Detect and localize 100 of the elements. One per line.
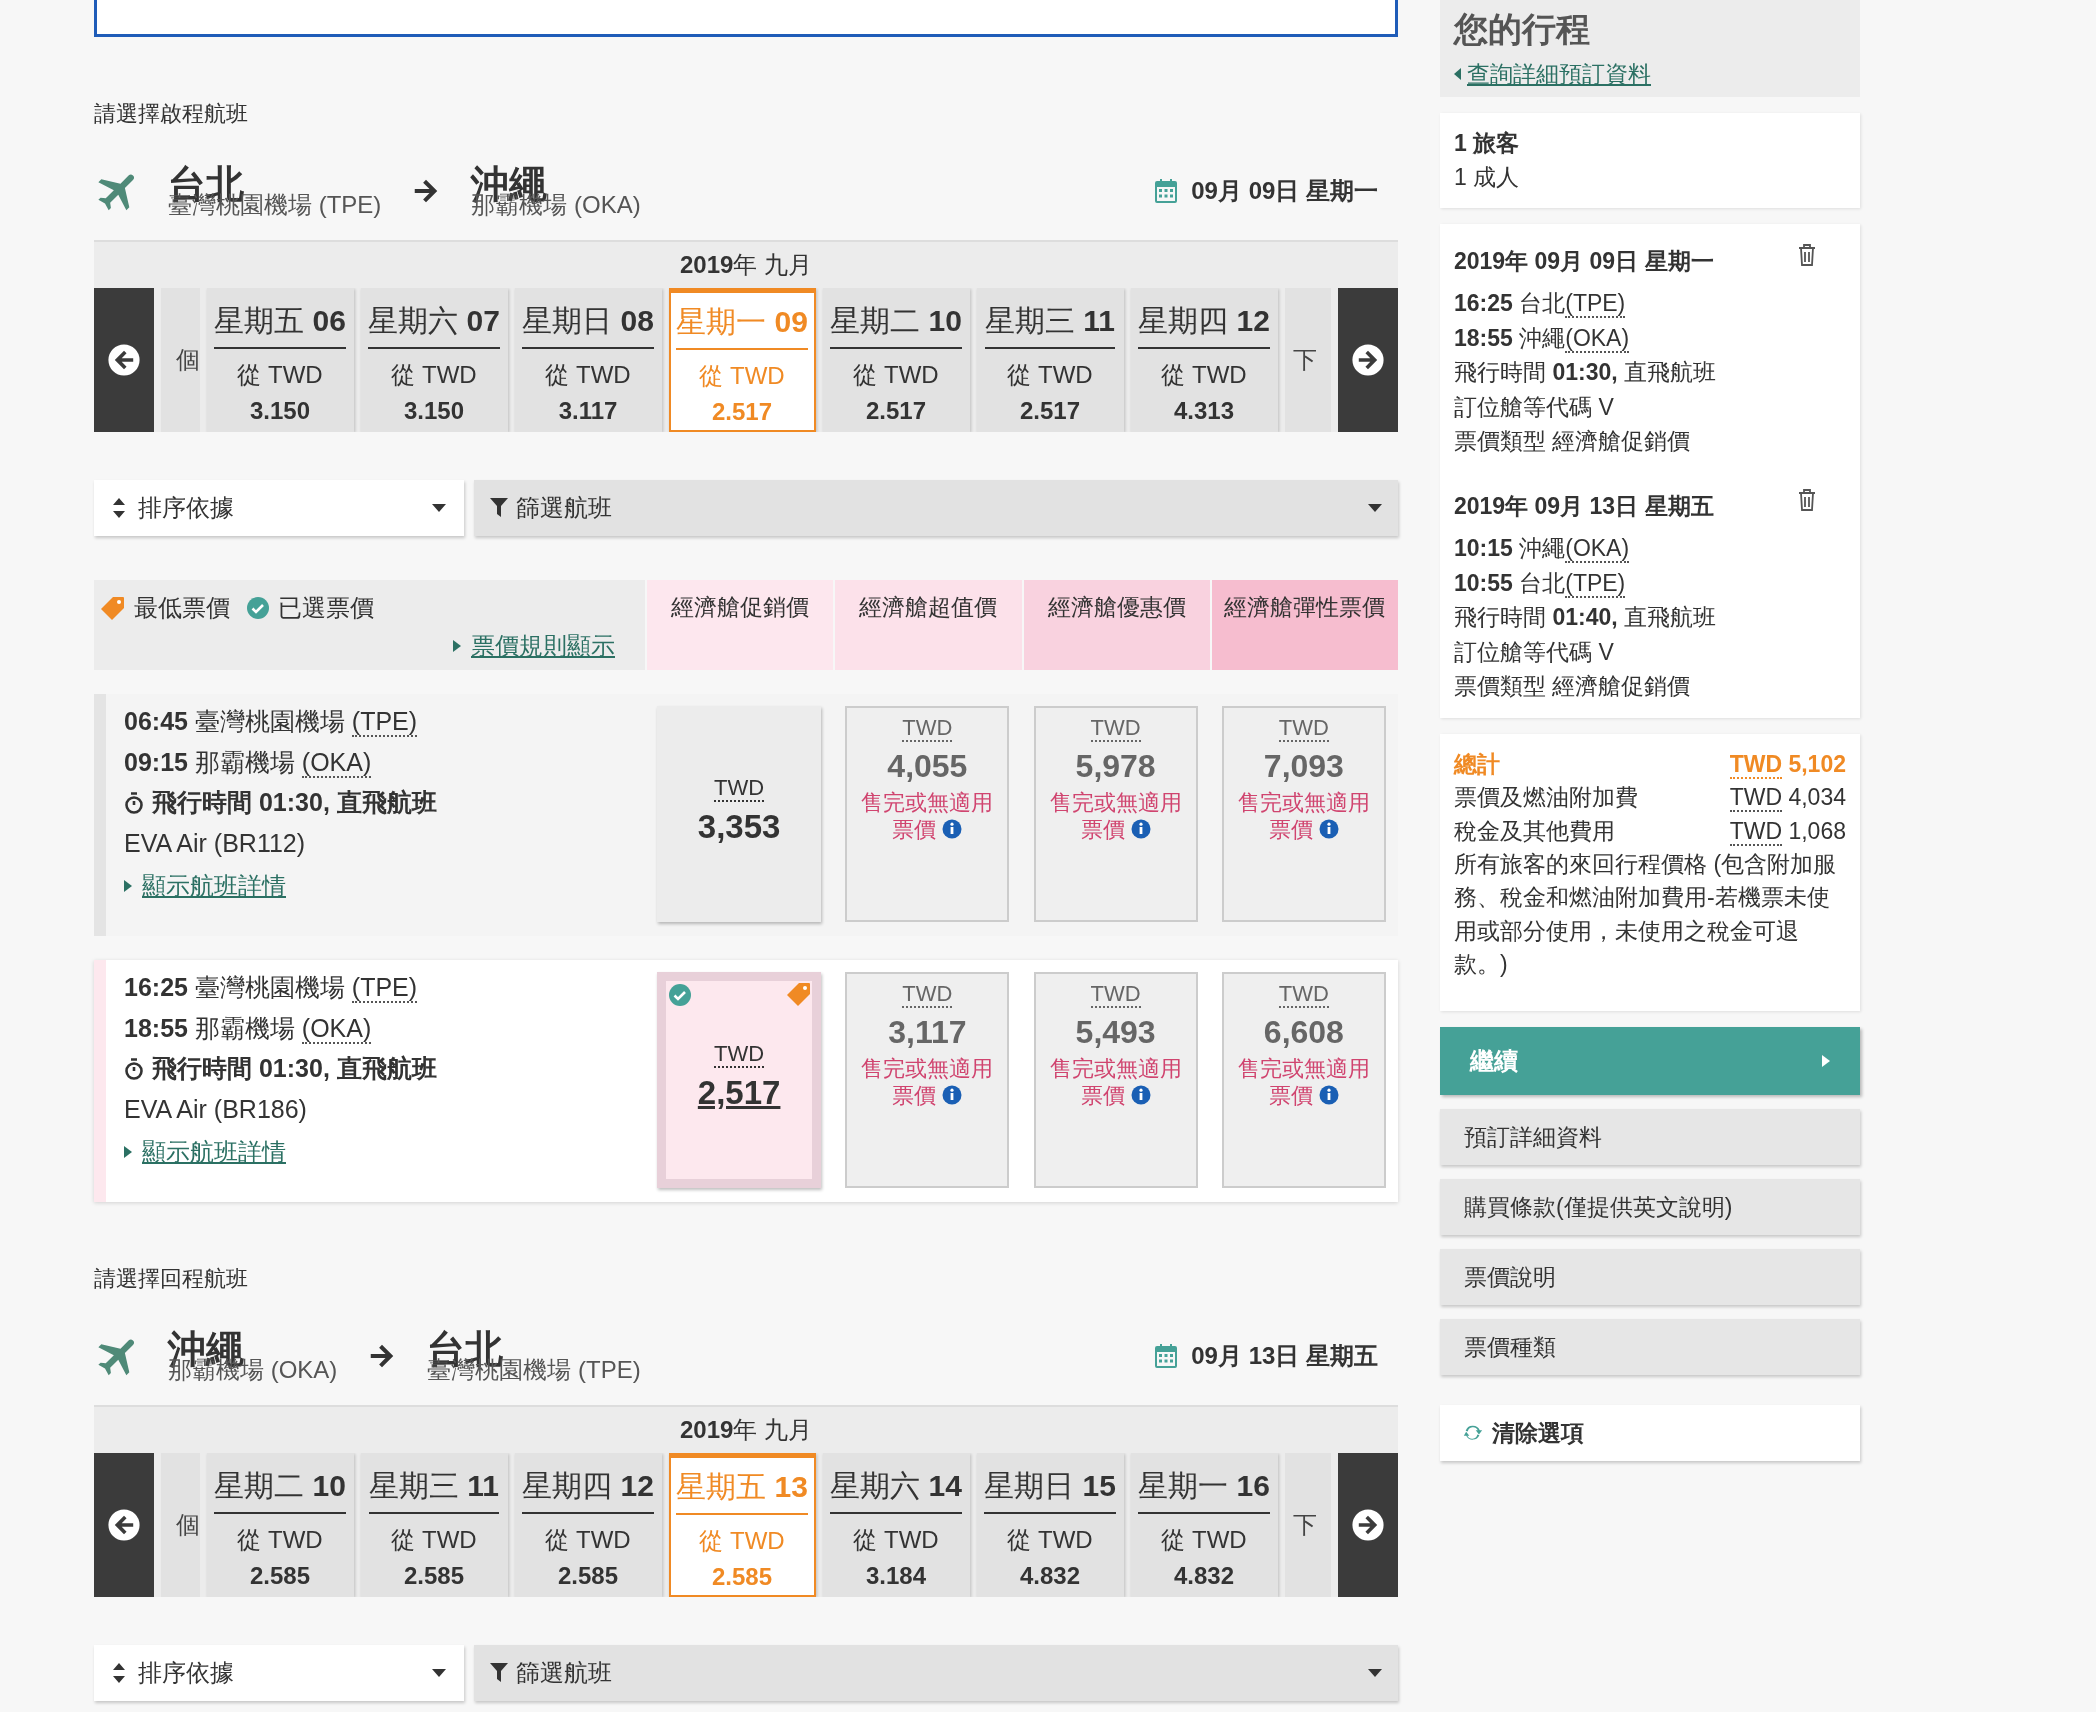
date-fragment: 個 <box>175 1510 200 1540</box>
info-icon <box>942 1084 963 1105</box>
month-label: 2019年 九月 <box>678 1415 814 1445</box>
caret-right-icon <box>124 880 132 892</box>
date-tab[interactable]: 星期四 12 從 TWD 2.585 <box>514 1453 662 1597</box>
next-dates-button[interactable] <box>1338 288 1398 432</box>
flight-details-link[interactable]: 顯示航班詳情 <box>124 872 286 900</box>
segment-endpoint: 10:15 沖繩(OKA) <box>1454 534 1631 566</box>
info-icon <box>1130 818 1151 839</box>
day-label: 星期六 07 <box>368 298 500 349</box>
lowest-price: 2.517 <box>711 397 773 427</box>
from-label: 從 TWD <box>853 360 939 390</box>
date-tab[interactable]: 星期三 11 從 TWD 2.517 <box>976 288 1124 432</box>
lowest-price: 2.517 <box>865 396 927 426</box>
clear-selection-button[interactable]: 清除選項 <box>1440 1405 1860 1462</box>
filter-dropdown[interactable]: 篩選航班 <box>474 1645 1398 1701</box>
arrow-left-icon <box>107 1508 141 1542</box>
date-tab[interactable]: 星期五 06 從 TWD 3.150 <box>206 288 354 432</box>
date-tab[interactable]: 星期日 15 從 TWD 4.832 <box>976 1453 1124 1597</box>
fare-price: 3,117 <box>888 1013 967 1053</box>
lowest-price: 3.150 <box>403 396 465 426</box>
check-circle-icon <box>668 983 693 1007</box>
trash-icon <box>1798 243 1816 266</box>
from-label: 從 TWD <box>699 361 785 391</box>
lowest-price: 2.517 <box>1019 396 1081 426</box>
flight-row[interactable]: 16:25 臺灣桃園機場 (TPE) 18:55 那霸機場 (OKA) 飛行時間 01:30, 直飛航班 EVA Air (BR186) 顯示航班詳情 TWD 2,517 TWD 3,117 售完或無適用票價 TWD 5,493 售完或無適用票價 TWD 6,608 售完或無適用票價 <box>94 960 1398 1202</box>
from-label: 從 TWD <box>391 360 477 390</box>
date-tab[interactable]: 星期六 14 從 TWD 3.184 <box>822 1453 970 1597</box>
sidebar-link-button[interactable]: 購買條款(僅提供英文說明) <box>1440 1179 1860 1236</box>
date-tab[interactable]: 星期二 10 從 TWD 2.585 <box>206 1453 354 1597</box>
availability-note: 售完或無適用票價 <box>860 1056 995 1109</box>
stopwatch-icon <box>124 791 144 814</box>
caret-down-icon <box>432 1668 446 1678</box>
from-label: 從 TWD <box>237 1525 323 1555</box>
previous-dates-button[interactable] <box>94 288 154 432</box>
price-item-label: 稅金及其他費用 <box>1454 816 1615 846</box>
itinerary-title: 您的行程 <box>1454 9 1591 50</box>
from-label: 從 TWD <box>853 1525 939 1555</box>
price-note: 所有旅客的來回行程價格 (包含附加服務、稅金和燃油附加費用-若機票未使用或部分使用，未使用之稅金可退款。) <box>1454 849 1838 979</box>
day-label: 星期一 16 <box>1138 1463 1270 1514</box>
sidebar-link-button[interactable]: 預訂詳細資料 <box>1440 1109 1860 1166</box>
date-tab[interactable]: 星期三 11 從 TWD 2.585 <box>360 1453 508 1597</box>
fare-price: 5,493 <box>1075 1013 1156 1053</box>
lowest-price: 2.585 <box>711 1562 773 1592</box>
sort-icon <box>112 497 126 519</box>
fare-price: 4,055 <box>887 747 968 787</box>
total-label: 總計 <box>1454 749 1500 779</box>
legend-label: 最低票價 <box>134 593 230 623</box>
currency-label: TWD <box>902 716 953 743</box>
fare-column-header: 經濟艙彈性票價 <box>1211 580 1398 670</box>
fare-option[interactable]: TWD 2,517 <box>657 972 822 1188</box>
segment-date: 2019年 09月 13日 星期五 <box>1454 491 1714 521</box>
date-tab[interactable]: 星期日 08 從 TWD 3.117 <box>514 288 662 432</box>
price-item-amount: TWD 4,034 <box>1729 783 1846 815</box>
fare-rules-link[interactable]: 票價規則顯示 <box>453 628 615 664</box>
date-tab[interactable]: 星期四 12 從 TWD 4.313 <box>1130 288 1278 432</box>
next-dates-button[interactable] <box>1338 1453 1398 1597</box>
booking-details-link[interactable]: 查詢詳細預訂資料 <box>1454 56 1651 92</box>
booking-class: 訂位艙等代碼 V <box>1454 392 1615 422</box>
arrow-right-icon <box>1351 1508 1385 1542</box>
date-tab[interactable]: 星期一 16 從 TWD 4.832 <box>1130 1453 1278 1597</box>
currency-label: TWD <box>1090 982 1141 1009</box>
fare-option[interactable]: TWD 3,353 <box>657 706 822 922</box>
date-tab[interactable]: 星期二 10 從 TWD 2.517 <box>822 288 970 432</box>
sidebar-link-button[interactable]: 票價種類 <box>1440 1319 1860 1376</box>
filter-icon <box>490 498 508 518</box>
price-item-amount: TWD 1,068 <box>1729 816 1846 848</box>
day-label: 星期二 10 <box>214 1463 346 1514</box>
date-tab[interactable]: 星期六 07 從 TWD 3.150 <box>360 288 508 432</box>
fare-price: 3,353 <box>697 807 781 848</box>
tag-icon <box>786 981 813 1007</box>
previous-dates-button[interactable] <box>94 1453 154 1597</box>
availability-note: 售完或無適用票價 <box>1236 790 1371 843</box>
from-label: 從 TWD <box>699 1526 785 1556</box>
airline-name: EVA Air (BR186) <box>124 1095 308 1123</box>
filter-dropdown[interactable]: 篩選航班 <box>474 480 1398 536</box>
flight-details-link[interactable]: 顯示航班詳情 <box>124 1138 286 1166</box>
lowest-price: 4.832 <box>1173 1561 1235 1591</box>
sidebar-link-button[interactable]: 票價說明 <box>1440 1249 1860 1306</box>
fare-price: 2,517 <box>697 1073 781 1114</box>
day-label: 星期日 15 <box>984 1463 1116 1514</box>
segment-endpoint: 10:55 台北(TPE) <box>1454 568 1627 600</box>
legend-label: 已選票價 <box>278 593 374 623</box>
day-label: 星期五 06 <box>214 298 346 349</box>
caret-down-icon <box>432 503 446 513</box>
price-item-label: 票價及燃油附加費 <box>1454 783 1638 813</box>
caret-down-icon <box>1368 1668 1382 1678</box>
info-icon <box>1318 818 1339 839</box>
info-icon <box>1130 1084 1151 1105</box>
flight-endpoint: 16:25 臺灣桃園機場 (TPE) <box>124 974 419 1002</box>
date-fragment: 下 <box>1292 1510 1317 1540</box>
travel-date: 09月 09日 星期一 <box>1191 176 1378 206</box>
lowest-price: 4.313 <box>1173 396 1235 426</box>
from-label: 從 TWD <box>545 360 631 390</box>
sort-dropdown[interactable]: 排序依據 <box>94 1645 464 1701</box>
day-label: 星期六 14 <box>830 1463 962 1514</box>
lowest-price: 2.585 <box>249 1561 311 1591</box>
fare-type: 票價類型 經濟艙促銷價 <box>1454 427 1692 457</box>
sort-icon <box>112 1662 126 1684</box>
sort-dropdown[interactable]: 排序依據 <box>94 480 464 536</box>
